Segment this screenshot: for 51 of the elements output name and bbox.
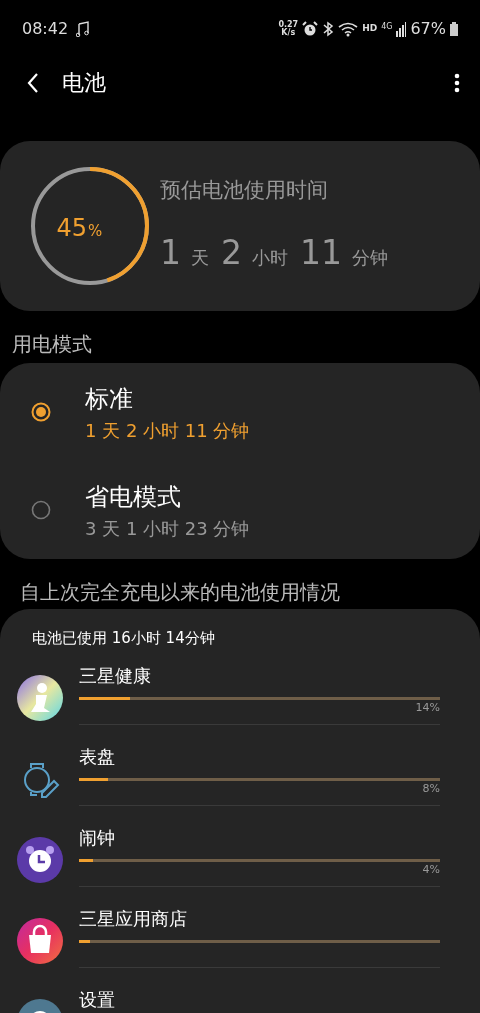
option-time: 3 天 1 小时 23 分钟 (85, 516, 250, 541)
shopping-bag-icon (16, 916, 64, 965)
app-name: 闹钟 (79, 825, 116, 850)
usage-percent: 4% (421, 861, 440, 876)
usage-percent: 14% (414, 699, 440, 714)
estimate-value: 1 (160, 232, 181, 274)
estimate-value: 11 (300, 232, 342, 274)
wifi-icon (338, 21, 359, 37)
app-usage-row[interactable]: 三星健康 14% (0, 661, 480, 743)
clock-text: 08:42 (22, 18, 69, 40)
alarm-clock-icon (16, 835, 64, 884)
radio-button[interactable] (30, 401, 52, 423)
health-app-icon (16, 673, 64, 722)
signal-icon (396, 21, 407, 37)
app-usage-row[interactable]: 设置 (0, 985, 480, 1013)
speed-value: 0.27 (278, 21, 299, 29)
speed-unit: K/s (281, 29, 296, 37)
radio-button[interactable] (30, 499, 52, 521)
network-label: HD (362, 22, 378, 36)
estimate-unit: 小时 (252, 246, 288, 270)
page-title: 电池 (62, 68, 106, 97)
app-name: 表盘 (79, 744, 116, 769)
power-mode-option[interactable]: 省电模式 3 天 1 小时 23 分钟 (0, 461, 480, 559)
usage-summary: 电池已使用 16小时 14分钟 (31, 628, 216, 649)
estimate-unit: 分钟 (352, 246, 388, 270)
usage-percent: 8% (421, 780, 440, 795)
alarm-icon (302, 21, 319, 37)
app-usage-row[interactable]: 三星应用商店 (0, 904, 480, 986)
music-note-icon (76, 21, 91, 37)
section-header: 用电模式 (11, 331, 93, 358)
app-usage-row[interactable]: 表盘 8% (0, 742, 480, 824)
section-header: 自上次完全充电以来的电池使用情况 (19, 579, 341, 606)
percent-sign: % (88, 222, 103, 240)
power-mode-option[interactable]: 标准 1 天 2 小时 11 分钟 (0, 363, 480, 461)
option-name: 标准 (85, 383, 134, 415)
bluetooth-icon (322, 21, 335, 37)
back-icon (26, 71, 40, 94)
estimate-unit: 天 (191, 246, 209, 270)
app-name: 三星应用商店 (79, 906, 188, 931)
app-usage-row[interactable]: 闹钟 4% (0, 823, 480, 905)
option-name: 省电模式 (85, 481, 182, 513)
option-time: 1 天 2 小时 11 分钟 (85, 418, 250, 443)
app-name: 三星健康 (79, 663, 152, 688)
battery-percent: 45 (56, 214, 87, 242)
network-type: 4G (381, 21, 393, 33)
more-icon (454, 72, 460, 93)
app-name: 设置 (79, 987, 116, 1012)
battery-percent: 67% (410, 18, 446, 40)
estimate-title: 预估电池使用时间 (160, 176, 329, 204)
estimate-value: 2 (221, 232, 242, 274)
battery-icon (450, 22, 458, 36)
